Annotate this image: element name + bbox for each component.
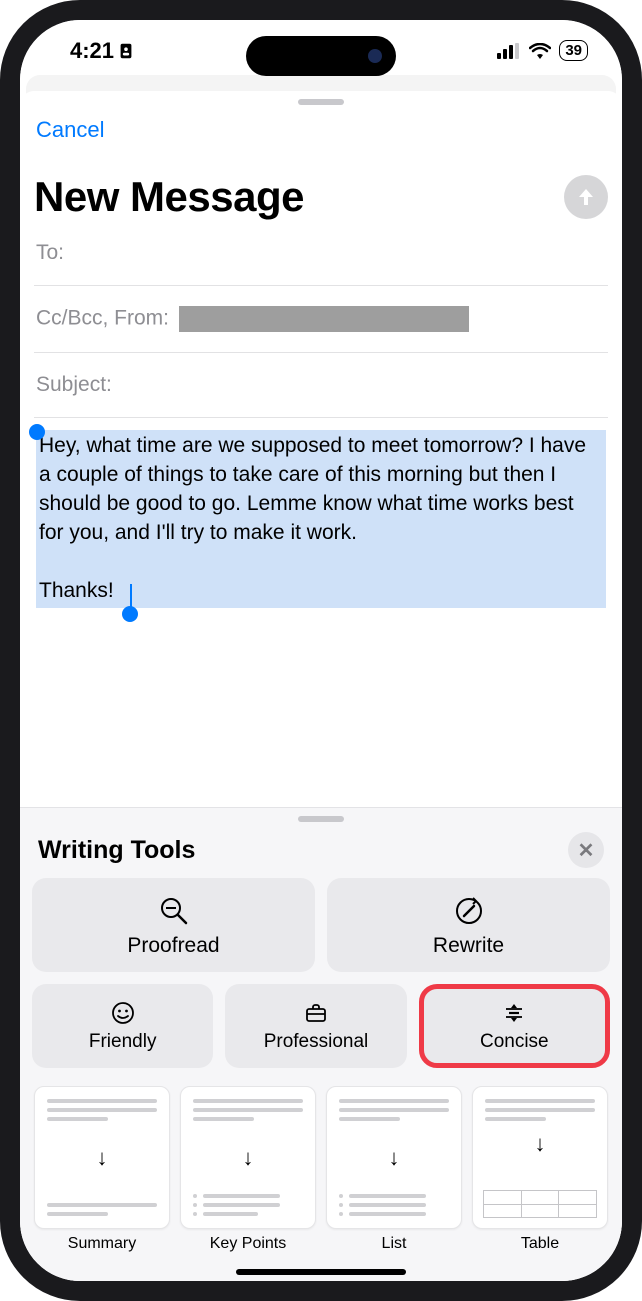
summary-label: Summary [68,1235,136,1253]
dynamic-island [246,36,396,76]
table-card[interactable]: ↓ Table [472,1086,608,1253]
key-points-label: Key Points [210,1235,286,1253]
battery-percent: 39 [565,42,582,59]
from-address-redacted [179,306,469,332]
writing-tools-panel: Writing Tools ✕ Proofread Rewrite [20,807,622,1281]
selection-handle-start[interactable] [29,424,45,440]
subject-label: Subject: [36,373,112,396]
rewrite-label: Rewrite [433,934,504,958]
selected-text[interactable]: Hey, what time are we supposed to meet t… [36,430,606,608]
magnifier-icon [159,896,189,926]
battery-indicator: 39 [559,40,588,61]
body-signoff: Thanks! [39,579,114,602]
close-button[interactable]: ✕ [568,832,604,868]
professional-button[interactable]: Professional [225,984,406,1068]
friendly-button[interactable]: Friendly [32,984,213,1068]
message-body[interactable]: Hey, what time are we supposed to meet t… [34,418,608,618]
body-paragraph: Hey, what time are we supposed to meet t… [39,434,586,544]
compose-sheet: Cancel New Message To: Cc/Bcc, From: Sub… [20,91,622,807]
proofread-label: Proofread [127,934,219,958]
to-field[interactable]: To: [34,221,608,286]
concise-button[interactable]: Concise [419,984,610,1068]
cc-bcc-from-field[interactable]: Cc/Bcc, From: [34,286,608,353]
selection-handle-end[interactable] [122,606,138,622]
arrow-down-icon: ↓ [389,1145,400,1171]
panel-grabber[interactable] [298,816,344,822]
list-card[interactable]: ↓ List [326,1086,462,1253]
to-label: To: [36,241,64,264]
sheet-grabber[interactable] [298,99,344,105]
close-icon: ✕ [578,838,595,863]
cellular-icon [497,43,521,59]
key-points-card[interactable]: ↓ Key Points [180,1086,316,1253]
table-icon [483,1190,597,1218]
concise-icon [502,1001,526,1025]
proofread-button[interactable]: Proofread [32,878,315,972]
rewrite-icon [454,896,484,926]
concise-label: Concise [480,1031,549,1053]
arrow-up-icon [575,186,597,208]
arrow-down-icon: ↓ [535,1131,546,1157]
cc-bcc-from-label: Cc/Bcc, From: [36,307,169,330]
summary-card[interactable]: ↓ Summary [34,1086,170,1253]
writing-tools-title: Writing Tools [38,836,195,865]
cancel-button[interactable]: Cancel [34,111,106,149]
status-time: 4:21 [70,38,114,64]
id-badge-icon [118,42,134,60]
phone-frame: 4:21 39 Cancel New Message [0,0,642,1301]
home-indicator[interactable] [236,1269,406,1275]
friendly-label: Friendly [89,1031,157,1053]
list-label: List [382,1235,407,1253]
smiley-icon [111,1001,135,1025]
table-label: Table [521,1235,559,1253]
arrow-down-icon: ↓ [97,1145,108,1171]
rewrite-button[interactable]: Rewrite [327,878,610,972]
compose-title: New Message [34,173,304,221]
wifi-icon [529,43,551,59]
send-button[interactable] [564,175,608,219]
professional-label: Professional [264,1031,369,1053]
briefcase-icon [304,1001,328,1025]
subject-field[interactable]: Subject: [34,353,608,418]
arrow-down-icon: ↓ [243,1145,254,1171]
